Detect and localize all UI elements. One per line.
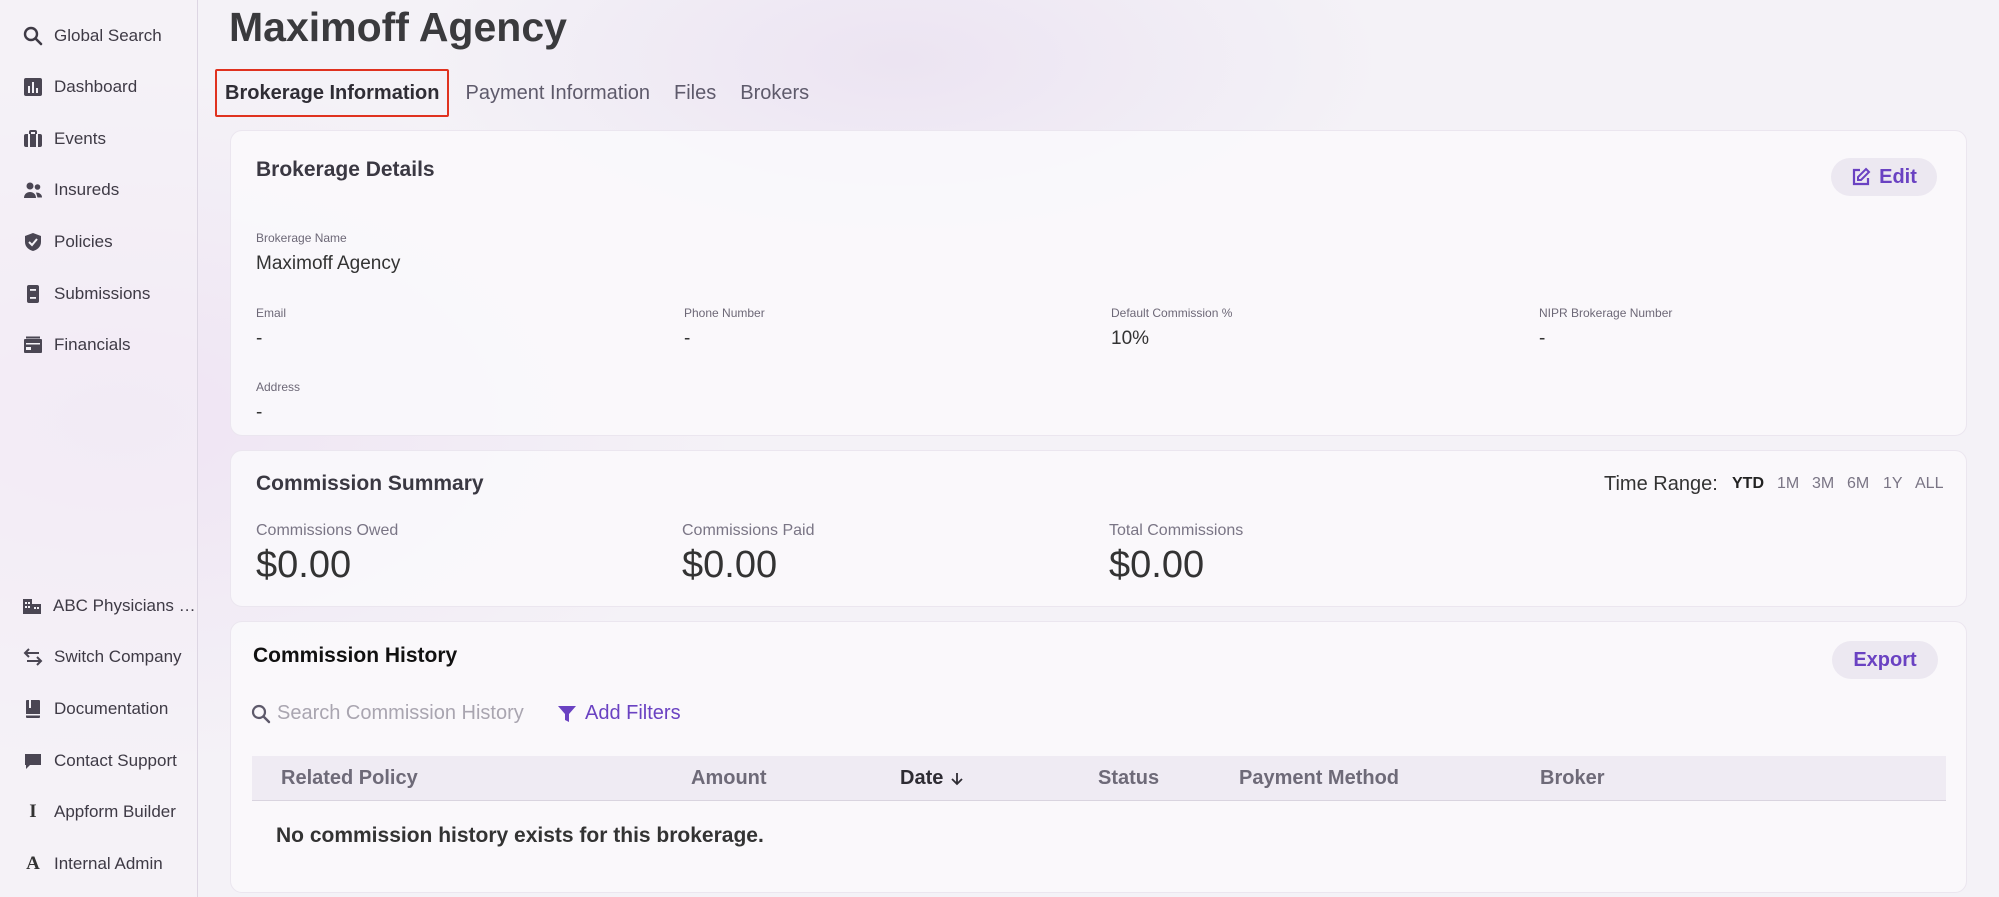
brokerage-details-card: Brokerage Details Edit Brokerage Name Ma… [230,130,1967,436]
tab-brokers[interactable]: Brokers [728,69,821,117]
dashboard-icon [22,76,44,98]
page-title: Maximoff Agency [229,4,567,50]
sidebar-item-appform-builder[interactable]: I Appform Builder [22,797,176,827]
commission-summary-card: Commission Summary Time Range: YTD 1M 3M… [230,450,1967,607]
edit-label: Edit [1879,165,1917,188]
admin-icon: A [26,853,40,874]
column-broker[interactable]: Broker [1540,767,1604,790]
tab-payment-information[interactable]: Payment Information [453,69,662,117]
total-commissions-label: Total Commissions [1109,522,1244,539]
commissions-paid-value: $0.00 [682,544,778,586]
financials-icon [22,334,44,356]
switch-icon [22,646,44,668]
commissions-owed-value: $0.00 [256,544,352,586]
commission-history-title: Commission History [253,644,458,667]
column-date[interactable]: Date [900,767,965,790]
sidebar-item-events[interactable]: Events [22,124,106,154]
sidebar-item-company[interactable]: ABC Physicians … [21,591,196,621]
sidebar-item-switch-company[interactable]: Switch Company [22,642,182,672]
sidebar-item-label: Policies [54,232,113,251]
time-range-label: Time Range: [1604,473,1718,495]
range-all[interactable]: ALL [1915,475,1943,493]
search-icon [22,25,44,47]
sidebar-item-label: Insureds [54,180,120,199]
sidebar-item-submissions[interactable]: Submissions [22,279,150,309]
edit-icon [1851,167,1871,187]
sidebar-item-label: Financials [54,335,131,354]
phone-label: Phone Number [684,306,765,320]
column-status[interactable]: Status [1098,767,1159,790]
shield-icon [22,231,44,253]
search-icon [251,704,271,724]
sidebar-item-insureds[interactable]: Insureds [22,175,119,205]
sidebar: Global Search Dashboard Events Insureds … [0,0,198,897]
commission-summary-title: Commission Summary [256,472,484,495]
company-icon [21,595,43,617]
commission-history-card: Commission History Export Add Filters Re… [230,621,1967,893]
tab-files[interactable]: Files [662,69,728,117]
range-3m[interactable]: 3M [1812,475,1834,493]
edit-button[interactable]: Edit [1831,158,1937,196]
email-label: Email [256,306,287,320]
commissions-paid-label: Commissions Paid [682,522,815,539]
column-related-policy[interactable]: Related Policy [281,767,418,790]
arrow-down-icon [949,771,965,787]
range-1m[interactable]: 1M [1777,475,1799,493]
sidebar-item-documentation[interactable]: Documentation [22,694,168,724]
brokerage-details-title: Brokerage Details [256,158,435,181]
sidebar-item-label: Events [54,129,106,148]
range-6m[interactable]: 6M [1847,475,1869,493]
appform-icon: I [29,801,37,822]
add-filters-button[interactable]: Add Filters [557,702,681,725]
brokerage-name-label: Brokerage Name [256,231,347,245]
sidebar-item-global-search[interactable]: Global Search [22,21,162,51]
tab-brokerage-information[interactable]: Brokerage Information [215,69,450,117]
email-value: - [256,328,263,349]
range-1y[interactable]: 1Y [1883,475,1903,493]
address-label: Address [256,380,301,394]
add-filters-label: Add Filters [585,702,681,724]
commission-search: Add Filters [251,702,681,725]
empty-state-message: No commission history exists for this br… [276,824,764,847]
default-commission-label: Default Commission % [1111,306,1233,320]
phone-value: - [684,328,691,349]
table-header: Related Policy Amount Date Status Paymen… [252,756,1946,801]
range-ytd[interactable]: YTD [1732,475,1764,493]
sidebar-item-policies[interactable]: Policies [22,227,113,257]
sidebar-item-dashboard[interactable]: Dashboard [22,72,137,102]
search-input[interactable] [277,702,547,725]
sidebar-item-label: Contact Support [54,751,177,770]
column-amount[interactable]: Amount [691,767,767,790]
address-value: - [256,402,263,423]
sidebar-item-label: Documentation [54,699,169,718]
chat-icon [22,750,44,772]
tab-bar: Brokerage Information Payment Informatio… [215,68,821,118]
sidebar-item-label: Internal Admin [54,854,163,873]
sidebar-item-label: Switch Company [54,647,182,666]
default-commission-value: 10% [1111,328,1150,349]
sidebar-item-label: ABC Physicians … [53,596,196,615]
sidebar-item-internal-admin[interactable]: A Internal Admin [22,849,163,879]
sidebar-item-contact-support[interactable]: Contact Support [22,746,177,776]
document-icon [22,283,44,305]
nipr-value: - [1539,328,1546,349]
export-button[interactable]: Export [1832,641,1938,679]
total-commissions-value: $0.00 [1109,544,1205,586]
column-payment-method[interactable]: Payment Method [1239,767,1399,790]
book-icon [22,698,44,720]
sidebar-item-label: Submissions [54,284,151,303]
nipr-label: NIPR Brokerage Number [1539,306,1673,320]
filter-icon [557,704,577,724]
sidebar-item-label: Dashboard [54,77,138,96]
column-date-label: Date [900,767,944,789]
sidebar-item-label: Global Search [54,26,162,45]
sidebar-item-label: Appform Builder [54,802,176,821]
sidebar-item-financials[interactable]: Financials [22,330,131,360]
commissions-owed-label: Commissions Owed [256,522,399,539]
brokerage-name-value: Maximoff Agency [256,253,401,274]
events-icon [22,128,44,150]
people-icon [22,179,44,201]
